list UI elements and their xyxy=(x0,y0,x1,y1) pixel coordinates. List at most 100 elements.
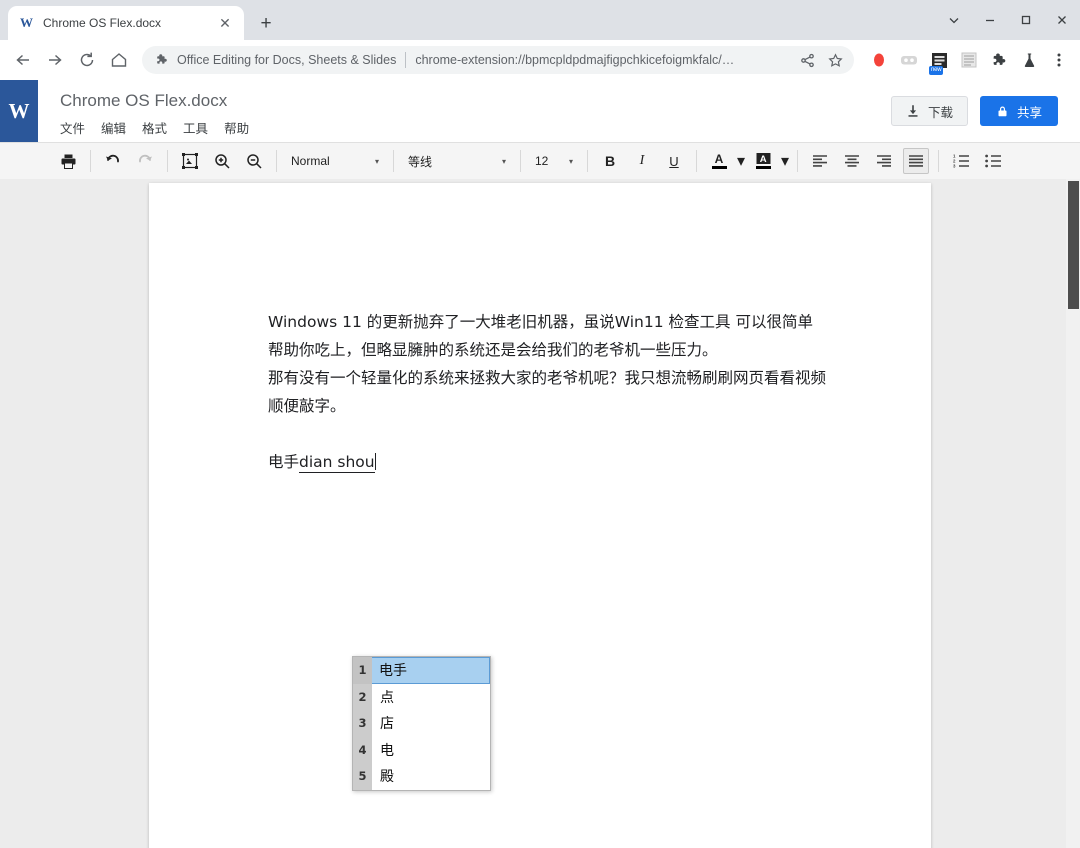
ime-candidate-row[interactable]: 5 殿 xyxy=(353,763,490,790)
window-controls xyxy=(936,0,1080,40)
ime-composition-line: 电手dian shou xyxy=(268,448,828,476)
back-icon[interactable] xyxy=(8,45,38,75)
font-size-select[interactable]: 12 ▾ xyxy=(529,148,579,174)
red-oval-extension-icon[interactable] xyxy=(866,47,892,73)
tab-close-icon[interactable]: ✕ xyxy=(216,14,234,32)
paragraph: Windows 11 的更新抛弃了一大堆老旧机器，虽说Win11 检查工具 可以… xyxy=(268,308,828,364)
toolbar-divider xyxy=(167,150,168,172)
download-button-label: 下载 xyxy=(928,102,953,121)
gray-grid-extension-icon[interactable] xyxy=(956,47,982,73)
menu-item-tools[interactable]: 工具 xyxy=(183,118,208,137)
browser-window: W Chrome OS Flex.docx ✕ + xyxy=(0,0,1080,848)
download-icon xyxy=(906,104,920,118)
home-icon[interactable] xyxy=(104,45,134,75)
toolbar-divider xyxy=(587,150,588,172)
document-canvas: Windows 11 的更新抛弃了一大堆老旧机器，虽说Win11 检查工具 可以… xyxy=(0,179,1080,848)
tab-title: Chrome OS Flex.docx xyxy=(43,16,208,30)
list-group: 1 2 3 xyxy=(945,142,1009,180)
numbered-list-icon[interactable]: 1 2 3 xyxy=(948,148,974,174)
font-size-value: 12 xyxy=(535,154,548,168)
align-center-icon[interactable] xyxy=(839,148,865,174)
font-family-select[interactable]: 等线 ▾ xyxy=(402,148,512,174)
ime-candidate-row[interactable]: 3 店 xyxy=(353,710,490,737)
svg-text:3: 3 xyxy=(953,164,956,168)
ime-candidate-row[interactable]: 2 点 xyxy=(353,684,490,711)
document-body[interactable]: Windows 11 的更新抛弃了一大堆老旧机器，虽说Win11 检查工具 可以… xyxy=(268,308,828,476)
highlight-color-button[interactable]: A xyxy=(750,148,776,174)
document-app-header: W Chrome OS Flex.docx 文件 编辑 格式 工具 帮助 下载 xyxy=(0,80,1080,142)
ime-candidate-index: 4 xyxy=(353,737,372,764)
highlight-icon: A xyxy=(756,153,771,165)
browser-toolbar: Office Editing for Docs, Sheets & Slides… xyxy=(0,40,1080,80)
underline-button[interactable]: U xyxy=(661,148,687,174)
highlight-color-caret[interactable]: ▾ xyxy=(779,148,791,174)
color-group: A ▾ A ▾ xyxy=(703,142,791,180)
chevron-down-icon: ▾ xyxy=(502,157,506,166)
text-color-button[interactable]: A xyxy=(706,148,732,174)
address-bar[interactable]: Office Editing for Docs, Sheets & Slides… xyxy=(142,46,854,74)
undo-icon[interactable] xyxy=(100,148,126,174)
text-color-caret[interactable]: ▾ xyxy=(735,148,747,174)
close-window-icon[interactable] xyxy=(1044,0,1080,40)
paragraph: 那有没有一个轻量化的系统来拯救大家的老爷机呢？我只想流畅刷刷网页看看视频顺便敲字… xyxy=(268,364,828,420)
text-color-swatch xyxy=(712,166,727,169)
ime-candidate-row[interactable]: 1 电手 xyxy=(353,657,490,684)
paragraph-style-select[interactable]: Normal ▾ xyxy=(285,148,385,174)
new-tab-button[interactable]: + xyxy=(252,9,280,37)
three-dot-menu-icon[interactable] xyxy=(1046,47,1072,73)
vertical-scrollbar[interactable] xyxy=(1066,179,1080,848)
align-right-icon[interactable] xyxy=(871,148,897,174)
maximize-icon[interactable] xyxy=(1008,0,1044,40)
ime-candidate-popup[interactable]: 1 电手 2 点 3 店 4 电 5 殿 xyxy=(352,656,491,791)
toolbar-divider xyxy=(393,150,394,172)
toolbar-divider xyxy=(696,150,697,172)
paragraph-style-value: Normal xyxy=(291,154,330,168)
star-icon[interactable] xyxy=(822,47,848,73)
format-toolbar: Normal ▾ 等线 ▾ 12 ▾ B I U A xyxy=(0,142,1080,180)
reload-icon[interactable] xyxy=(72,45,102,75)
ime-candidate-index: 3 xyxy=(353,710,372,737)
print-icon[interactable] xyxy=(55,148,81,174)
download-button[interactable]: 下载 xyxy=(891,96,968,126)
dark-square-extension-icon[interactable]: new xyxy=(926,47,952,73)
menu-item-edit[interactable]: 编辑 xyxy=(101,118,126,137)
document-page[interactable]: Windows 11 的更新抛弃了一大堆老旧机器，虽说Win11 检查工具 可以… xyxy=(149,183,931,848)
bulleted-list-icon[interactable] xyxy=(980,148,1006,174)
ime-candidate-text: 店 xyxy=(372,710,490,737)
zoom-out-icon[interactable] xyxy=(241,148,267,174)
zoom-in-icon[interactable] xyxy=(209,148,235,174)
zoom-group xyxy=(174,142,270,180)
scrollbar-thumb[interactable] xyxy=(1068,181,1079,309)
tab-search-chevron-icon[interactable] xyxy=(936,0,972,40)
align-justify-icon[interactable] xyxy=(903,148,929,174)
alignment-group xyxy=(804,142,932,180)
toolbar-divider xyxy=(520,150,521,172)
forward-icon[interactable] xyxy=(40,45,70,75)
flask-labs-icon[interactable] xyxy=(1016,47,1042,73)
menu-item-file[interactable]: 文件 xyxy=(60,118,85,137)
share-button[interactable]: 共享 xyxy=(980,96,1058,126)
gray-glasses-extension-icon[interactable] xyxy=(896,47,922,73)
share-icon[interactable] xyxy=(794,47,820,73)
align-left-icon[interactable] xyxy=(807,148,833,174)
ime-candidate-text: 电 xyxy=(372,737,490,764)
word-docx-icon: W xyxy=(18,15,35,32)
italic-button[interactable]: I xyxy=(629,148,655,174)
menu-item-format[interactable]: 格式 xyxy=(142,118,167,137)
browser-tab[interactable]: W Chrome OS Flex.docx ✕ xyxy=(8,6,244,40)
fit-page-icon[interactable] xyxy=(177,148,203,174)
menu-item-help[interactable]: 帮助 xyxy=(224,118,249,137)
tab-strip: W Chrome OS Flex.docx ✕ + xyxy=(0,0,1080,40)
redo-icon[interactable] xyxy=(132,148,158,174)
chevron-down-icon: ▾ xyxy=(375,157,379,166)
puzzle-extensions-icon[interactable] xyxy=(986,47,1012,73)
bold-button[interactable]: B xyxy=(597,148,623,174)
text-color-letter: A xyxy=(715,154,724,165)
ime-committed-text: 电手 xyxy=(268,453,299,471)
ime-candidate-row[interactable]: 4 电 xyxy=(353,737,490,764)
toolbar-divider xyxy=(938,150,939,172)
minimize-icon[interactable] xyxy=(972,0,1008,40)
document-menu-bar: 文件 编辑 格式 工具 帮助 xyxy=(60,118,891,137)
lock-icon xyxy=(996,105,1009,118)
text-style-group: B I U xyxy=(594,142,690,180)
